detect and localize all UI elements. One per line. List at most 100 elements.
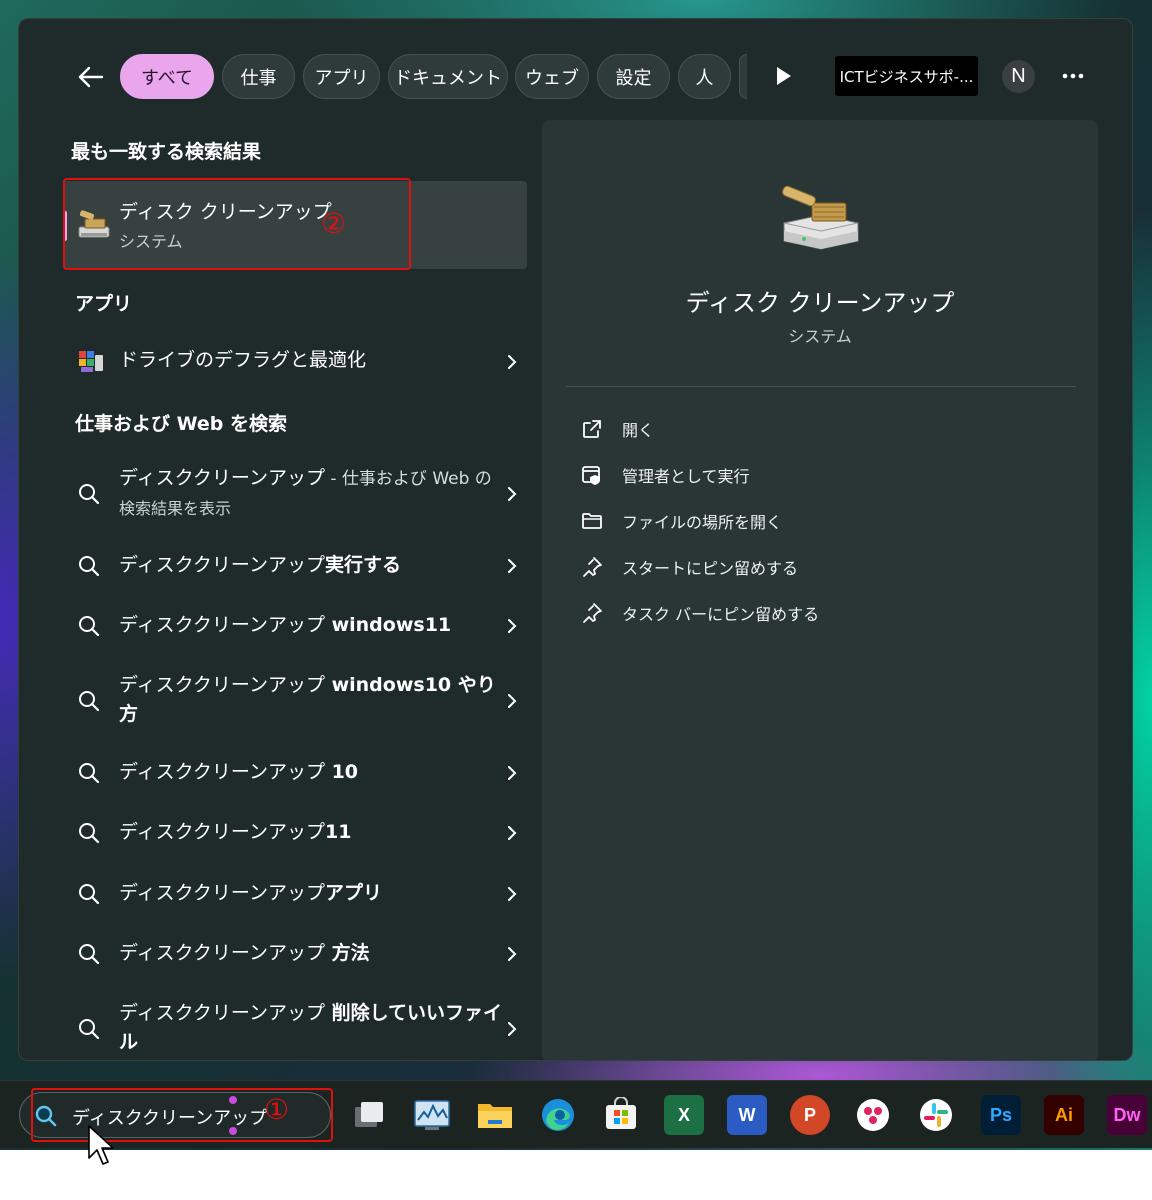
annotation-number-1: ① xyxy=(264,1093,290,1126)
action-label: タスク バーにピン留めする xyxy=(622,605,820,624)
web-result-text: ディスククリーンアップ xyxy=(119,554,325,576)
slack-icon[interactable] xyxy=(916,1095,956,1135)
tab-overflow[interactable] xyxy=(739,54,747,99)
web-result-text: ディスククリーンアップ xyxy=(119,821,325,843)
web-result-1[interactable]: ディスククリーンアップ実行する xyxy=(63,549,527,583)
avatar[interactable]: N xyxy=(1002,60,1035,93)
web-result-bold: windows10 やり xyxy=(324,674,496,696)
web-result-bold: 実行する xyxy=(324,554,401,576)
web-result-text: ディスククリーンアップ xyxy=(119,467,325,489)
action-open-file-location[interactable]: ファイルの場所を開く xyxy=(580,506,782,536)
web-result-bold: windows11 xyxy=(324,614,452,636)
action-label: 開く xyxy=(622,421,655,440)
best-match-heading: 最も一致する検索結果 xyxy=(71,141,262,163)
defrag-icon xyxy=(79,351,103,372)
action-run-as-admin[interactable]: 管理者として実行 xyxy=(580,460,750,490)
photoshop-icon[interactable]: Ps xyxy=(981,1095,1021,1135)
annotation-number-2: ② xyxy=(321,207,347,240)
microsoft-store-icon[interactable] xyxy=(601,1095,641,1135)
search-icon xyxy=(79,944,100,965)
web-result-bold: 削除していいファイ xyxy=(324,1002,503,1024)
web-result-bold: アプリ xyxy=(324,882,382,904)
tab-web[interactable]: ウェブ xyxy=(515,54,589,99)
tab-all[interactable]: すべて xyxy=(120,54,214,99)
chevron-right-icon xyxy=(508,694,517,708)
action-label: スタートにピン留めする xyxy=(622,559,799,578)
back-arrow-icon[interactable] xyxy=(73,59,109,95)
web-result-6[interactable]: ディスククリーンアップアプリ xyxy=(63,877,527,911)
more-options-icon[interactable] xyxy=(1059,64,1087,88)
disk-cleanup-icon xyxy=(782,185,859,250)
file-explorer-icon[interactable] xyxy=(475,1095,515,1135)
search-icon xyxy=(79,1019,100,1040)
illustrator-icon[interactable]: Ai xyxy=(1044,1095,1084,1135)
web-result-7[interactable]: ディスククリーンアップ 方法 xyxy=(63,937,527,971)
preview-divider xyxy=(566,386,1076,387)
search-icon xyxy=(79,691,100,712)
web-result-2[interactable]: ディスククリーンアップ windows11 xyxy=(63,609,527,643)
dreamweaver-icon[interactable]: Dw xyxy=(1107,1095,1147,1135)
apps-heading: アプリ xyxy=(75,293,133,315)
preview-subtitle: システム xyxy=(788,327,852,346)
chevron-right-icon xyxy=(508,559,517,573)
tab-people[interactable]: 人 xyxy=(678,54,731,99)
web-result-bold: 11 xyxy=(324,821,352,843)
web-result-second-line: ル xyxy=(119,1031,139,1053)
web-result-text: ディスククリーンアップ xyxy=(119,1002,325,1024)
preview-title: ディスク クリーンアップ xyxy=(685,289,955,317)
tab-settings[interactable]: 設定 xyxy=(597,54,670,99)
web-result-text: ディスククリーンアップ xyxy=(119,614,325,636)
pin-icon xyxy=(583,603,602,623)
word-icon[interactable]: W xyxy=(727,1095,767,1135)
edge-icon[interactable] xyxy=(538,1095,578,1135)
action-label: 管理者として実行 xyxy=(622,467,750,486)
tab-documents[interactable]: ドキュメント xyxy=(388,54,508,99)
search-icon xyxy=(79,484,100,505)
web-result-4[interactable]: ディスククリーンアップ 10 xyxy=(63,756,527,790)
action-pin-start[interactable]: スタートにピン留めする xyxy=(580,552,798,582)
web-result-3[interactable]: ディスククリーンアップ windows10 やり方 xyxy=(63,671,527,731)
action-label: ファイルの場所を開く xyxy=(622,513,783,532)
chevron-right-icon xyxy=(508,487,517,501)
account-chip[interactable]: ICTビジネスサポ-... xyxy=(835,56,978,96)
task-view-icon[interactable] xyxy=(349,1095,389,1135)
open-external-icon xyxy=(583,420,601,438)
performance-monitor-icon[interactable] xyxy=(412,1095,452,1135)
action-open[interactable]: 開く xyxy=(580,414,654,444)
app-result-defrag[interactable]: ドライブのデフラグと最適化 xyxy=(63,344,527,380)
search-icon xyxy=(79,556,100,577)
tab-apps[interactable]: アプリ xyxy=(303,54,380,99)
tab-work[interactable]: 仕事 xyxy=(222,54,295,99)
folder-icon xyxy=(582,513,602,529)
excel-icon[interactable]: X xyxy=(664,1095,704,1135)
web-result-text: ディスククリーンアップ xyxy=(119,761,325,783)
web-result-bold: 10 xyxy=(324,761,359,783)
app-result-label: ドライブのデフラグと最適化 xyxy=(119,349,367,371)
chevron-right-icon xyxy=(508,826,517,840)
action-pin-taskbar[interactable]: タスク バーにピン留めする xyxy=(580,598,819,628)
web-result-text: ディスククリーンアップ xyxy=(119,674,325,696)
search-panel: すべて 仕事 アプリ ドキュメント ウェブ 設定 人 ICTビジネスサポ-...… xyxy=(18,18,1133,1061)
taskbar: ディスククリーンアップ ① X W P Ps Ai Dw xyxy=(0,1080,1152,1148)
chevron-right-icon xyxy=(508,887,517,901)
web-result-8[interactable]: ディスククリーンアップ 削除していいファイル xyxy=(63,999,527,1059)
web-search-heading: 仕事および Web を検索 xyxy=(75,413,287,435)
chevron-right-icon xyxy=(508,355,517,369)
powerpoint-icon[interactable]: P xyxy=(790,1095,830,1135)
app-dots-icon[interactable] xyxy=(853,1095,893,1135)
search-icon xyxy=(79,616,100,637)
web-result-text: ディスククリーンアップ xyxy=(119,882,325,904)
web-result-bold: 方法 xyxy=(324,942,370,964)
run-as-admin-icon xyxy=(582,466,600,485)
web-result-text: ディスククリーンアップ xyxy=(119,942,325,964)
search-icon xyxy=(79,884,100,905)
chevron-right-icon xyxy=(508,619,517,633)
web-result-5[interactable]: ディスククリーンアップ11 xyxy=(63,816,527,850)
play-icon[interactable] xyxy=(771,64,795,88)
mouse-cursor-icon xyxy=(88,1125,114,1165)
annotation-box-2 xyxy=(63,178,411,270)
web-result-second-line: 方 xyxy=(119,703,139,725)
web-result-0[interactable]: ディスククリーンアップ - 仕事および Web の検索結果を表示 xyxy=(63,464,527,524)
chevron-right-icon xyxy=(508,947,517,961)
chevron-right-icon xyxy=(508,1022,517,1036)
